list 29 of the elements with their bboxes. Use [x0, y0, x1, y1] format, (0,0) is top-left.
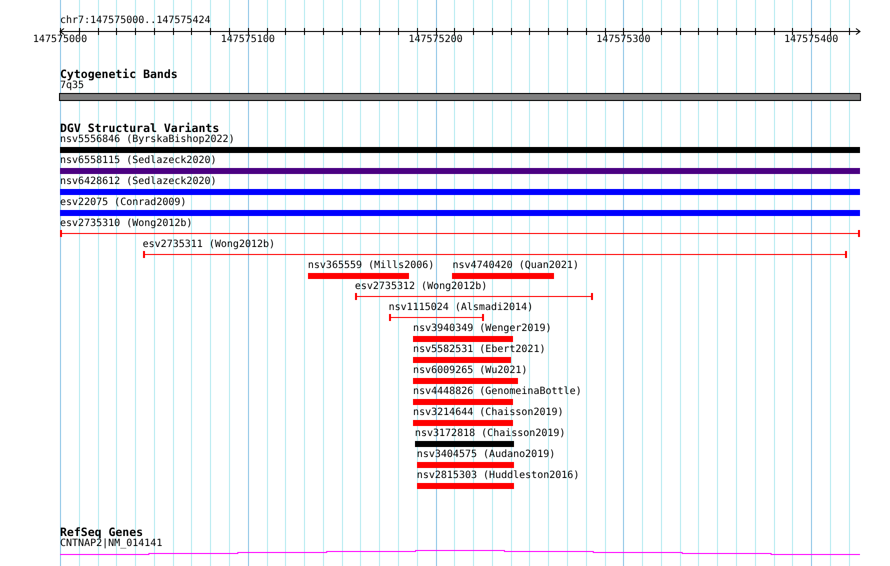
variant-label: esv2735310 (Wong2012b): [60, 218, 192, 230]
variant-label: nsv2815303 (Huddleston2016): [416, 470, 580, 482]
variant-label: nsv3214644 (Chaisson2019): [413, 407, 564, 419]
variant-label: esv2735312 (Wong2012b): [354, 281, 488, 293]
variant-label: nsv4740420 (Quan2021): [452, 260, 579, 272]
track-title: Cytogenetic Bands: [60, 68, 178, 80]
variant-label: esv22075 (Conrad2009): [60, 197, 186, 209]
variant-label: nsv5556846 (ByrskaBishop2022): [60, 134, 235, 146]
variant-label: esv2735311 (Wong2012b): [142, 239, 276, 251]
variant-label: nsv3940349 (Wenger2019): [413, 323, 552, 335]
variant-label: nsv3172818 (Chaisson2019): [414, 428, 566, 440]
position-label: 147575000: [32, 34, 88, 46]
location-label: chr7:147575000..147575424: [60, 15, 211, 27]
position-label: 147575400: [783, 34, 840, 46]
variant-label: nsv6558115 (Sedlazeck2020): [60, 155, 217, 167]
variant-label: nsv1115024 (Alsmadi2014): [388, 302, 534, 314]
variant-label: nsv6428612 (Sedlazeck2020): [60, 176, 217, 188]
position-label: 147575100: [220, 34, 276, 46]
gene-label: CNTNAP2|NM_014141: [60, 538, 162, 550]
variant-label: nsv3404575 (Audano2019): [416, 449, 556, 461]
band-label: 7q35: [60, 80, 84, 92]
position-label: 147575300: [595, 34, 652, 46]
position-label: 147575200: [407, 34, 464, 46]
variant-label: nsv365559 (Mills2006): [308, 260, 434, 272]
track-title: RefSeq Genes: [60, 526, 144, 538]
track-title: DGV Structural Variants: [60, 122, 220, 134]
variant-label: nsv4448826 (GenomeinaBottle): [413, 386, 582, 398]
variant-label: nsv5582531 (Ebert2021): [413, 344, 546, 356]
variant-label: nsv6009265 (Wu2021): [413, 365, 528, 377]
